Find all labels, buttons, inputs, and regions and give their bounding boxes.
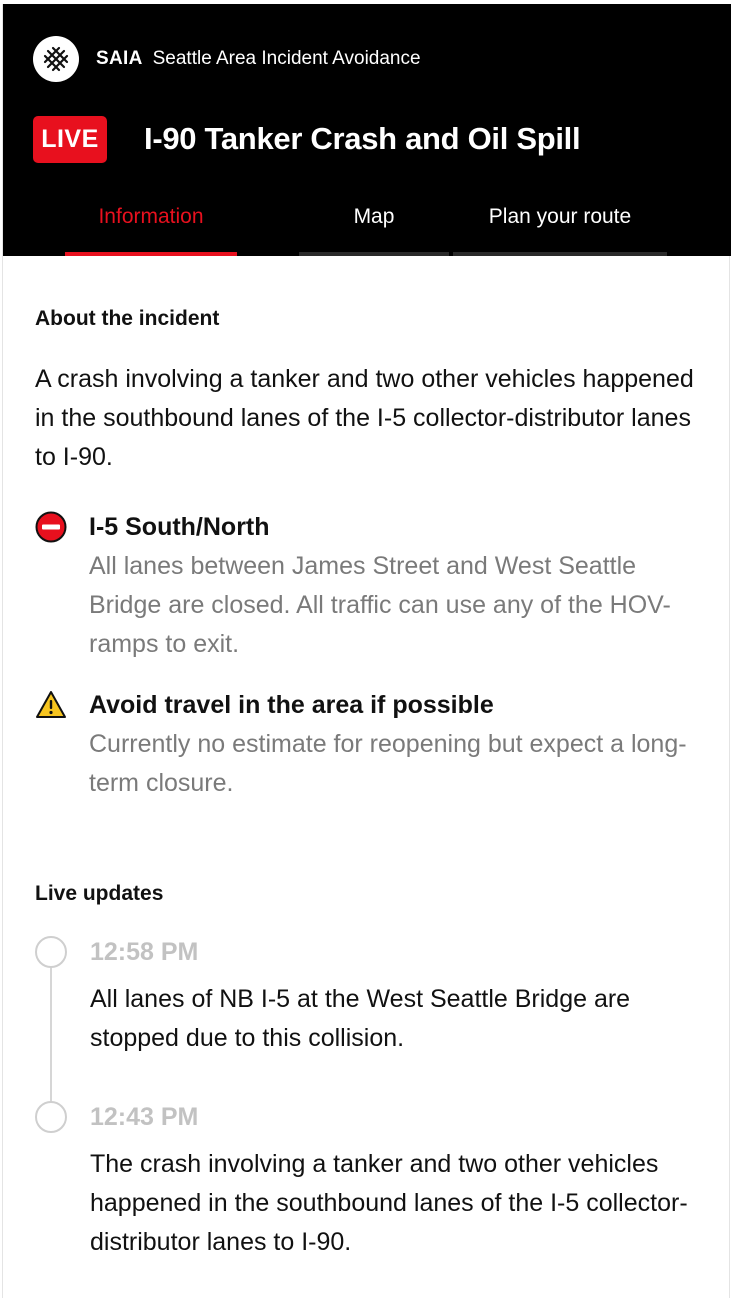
- update-time: 12:58 PM: [90, 938, 199, 966]
- about-heading: About the incident: [35, 307, 220, 330]
- no-entry-icon: [35, 511, 67, 543]
- title-row: LIVE I-90 Tanker Crash and Oil Spill: [33, 115, 581, 163]
- tab-plan-route[interactable]: Plan your route: [453, 192, 667, 256]
- tab-underline: [65, 252, 237, 256]
- timeline-line: [50, 964, 52, 1112]
- about-text: A crash involving a tanker and two other…: [35, 365, 694, 471]
- app-frame: SAIA Seattle Area Incident Avoidance LIV…: [2, 4, 731, 1298]
- update-time: 12:43 PM: [90, 1103, 199, 1131]
- tab-information[interactable]: Information: [65, 192, 237, 256]
- timeline-dot: [35, 936, 67, 968]
- alert-description: Currently no estimate for reopening but …: [89, 730, 687, 797]
- tab-underline: [299, 252, 449, 256]
- tab-map[interactable]: Map: [299, 192, 449, 256]
- logo-icon: [33, 36, 79, 82]
- tab-label: Information: [98, 205, 204, 228]
- app-header: SAIA Seattle Area Incident Avoidance LIV…: [3, 4, 731, 256]
- alert-description: All lanes between James Street and West …: [89, 552, 671, 658]
- tab-label: Plan your route: [488, 205, 632, 228]
- warning-icon: [36, 691, 66, 718]
- alert-title: Avoid travel in the area if possible: [89, 691, 494, 719]
- alert-title: I-5 South/North: [89, 513, 270, 541]
- brand-short-name: SAIA: [96, 48, 143, 69]
- update-text: The crash involving a tanker and two oth…: [90, 1150, 688, 1256]
- tab-label: Map: [353, 205, 395, 228]
- live-badge: LIVE: [33, 115, 107, 163]
- tab-bar: Information Map Plan your route: [3, 192, 731, 256]
- timeline-dot: [35, 1101, 67, 1133]
- brand-full-name: Seattle Area Incident Avoidance: [152, 48, 421, 69]
- update-text: All lanes of NB I-5 at the West Seattle …: [90, 985, 631, 1052]
- page-title: I-90 Tanker Crash and Oil Spill: [144, 121, 581, 156]
- live-updates-heading: Live updates: [35, 882, 164, 905]
- brand[interactable]: SAIA Seattle Area Incident Avoidance: [33, 36, 421, 82]
- tab-underline: [453, 252, 667, 256]
- logo-mark-icon: [43, 46, 69, 72]
